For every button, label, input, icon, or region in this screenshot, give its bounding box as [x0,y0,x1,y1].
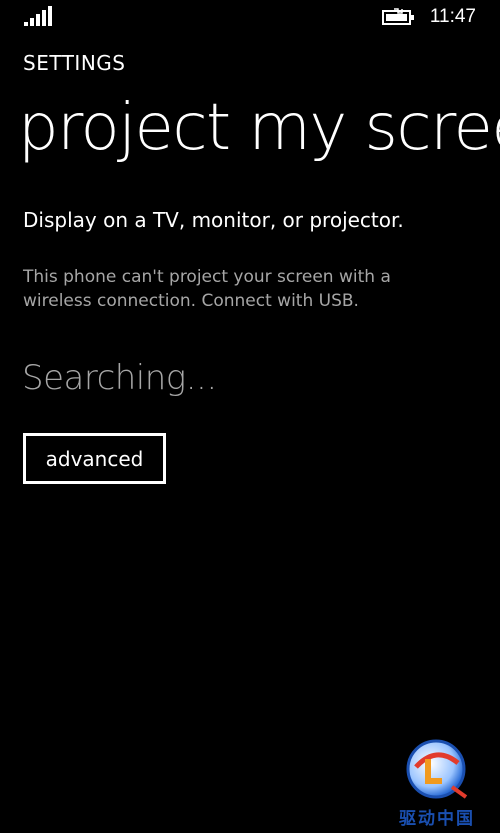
page-title: project my screen [18,91,500,165]
description-text: Display on a TV, monitor, or projector. [23,208,404,232]
status-bar: 11:47 [0,0,500,32]
app-label: SETTINGS [23,51,126,75]
clock: 11:47 [429,6,476,27]
usb-note-text: This phone can't project your screen wit… [23,267,391,311]
searching-status: Searching... [22,358,217,398]
watermark-text: 驱动中国 [399,809,475,829]
watermark: 驱动中国 [382,737,492,829]
watermark-logo-icon [406,739,468,799]
battery-charging-icon [381,8,414,25]
signal-icon [24,6,52,26]
advanced-button[interactable]: advanced [23,433,166,484]
page-title-container: project my screen [0,86,500,178]
